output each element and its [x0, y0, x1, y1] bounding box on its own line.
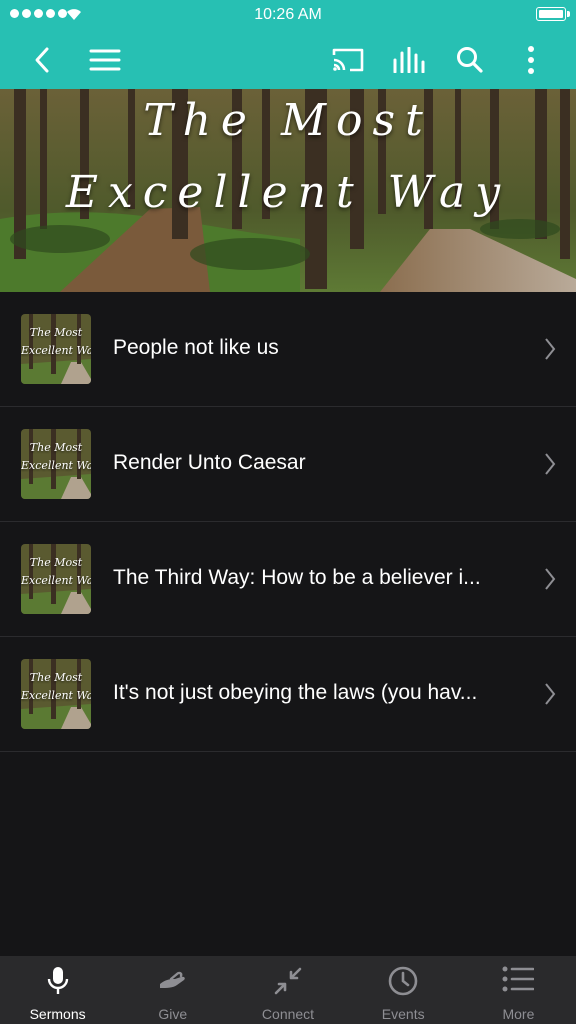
sermon-title: The Third Way: How to be a believer i... [113, 566, 481, 589]
list-item[interactable]: The Most Excellent Way The Third Way: Ho… [0, 522, 576, 637]
tab-more[interactable]: More [461, 956, 576, 1024]
sermon-thumbnail: The Most Excellent Way [21, 429, 91, 499]
sermon-title: People not like us [113, 336, 279, 359]
top-navigation-bar [0, 30, 576, 89]
cast-icon [332, 48, 364, 72]
series-banner: The Most Excellent Way [0, 89, 576, 292]
microphone-icon [47, 967, 68, 994]
audio-bars-icon [393, 47, 425, 73]
menu-button[interactable] [85, 40, 125, 80]
back-icon [35, 47, 49, 73]
list-item[interactable]: The Most Excellent Way Render Unto Caesa… [0, 407, 576, 522]
sermon-title: It's not just obeying the laws (you hav.… [113, 681, 478, 704]
battery-icon [536, 7, 570, 21]
sermon-title: Render Unto Caesar [113, 451, 306, 474]
hamburger-menu-icon [89, 49, 121, 71]
list-icon [502, 966, 535, 992]
tab-label: Sermons [29, 1006, 86, 1022]
sermon-thumbnail: The Most Excellent Way [21, 659, 91, 729]
cast-button[interactable] [328, 40, 368, 80]
tab-events[interactable]: Events [346, 956, 461, 1024]
banner-title-line1: The Most [143, 95, 433, 146]
status-time: 10:26 AM [254, 6, 322, 23]
tab-label: Events [381, 1006, 425, 1022]
search-button[interactable] [450, 40, 490, 80]
more-vertical-icon [528, 46, 534, 74]
search-icon [457, 47, 483, 73]
chevron-right-icon [545, 683, 556, 705]
hand-icon [159, 971, 185, 988]
tab-connect[interactable]: Connect [230, 956, 345, 1024]
back-button[interactable] [22, 40, 62, 80]
list-item[interactable]: The Most Excellent Way It's not just obe… [0, 637, 576, 752]
tab-sermons[interactable]: Sermons [0, 956, 115, 1024]
sermon-thumbnail: The Most Excellent Way [21, 314, 91, 384]
clock-icon [388, 966, 418, 996]
status-bar: 10:26 AM [0, 0, 576, 30]
tab-label: Give [158, 1006, 188, 1022]
connect-arrows-icon [274, 967, 302, 995]
sermon-list: The Most Excellent Way People not like u… [0, 292, 576, 752]
tab-give[interactable]: Give [115, 956, 230, 1024]
more-options-button[interactable] [511, 40, 551, 80]
chevron-right-icon [545, 453, 556, 475]
bottom-tab-bar: Sermons Give Connect Events More [0, 956, 576, 1024]
tab-label: Connect [261, 1006, 315, 1022]
tab-label: More [502, 1006, 535, 1022]
sermon-thumbnail: The Most Excellent Way [21, 544, 91, 614]
list-item[interactable]: The Most Excellent Way People not like u… [0, 292, 576, 407]
chevron-right-icon [545, 338, 556, 360]
chevron-right-icon [545, 568, 556, 590]
audio-button[interactable] [389, 40, 429, 80]
banner-title-line2: Excellent Way [65, 167, 511, 218]
